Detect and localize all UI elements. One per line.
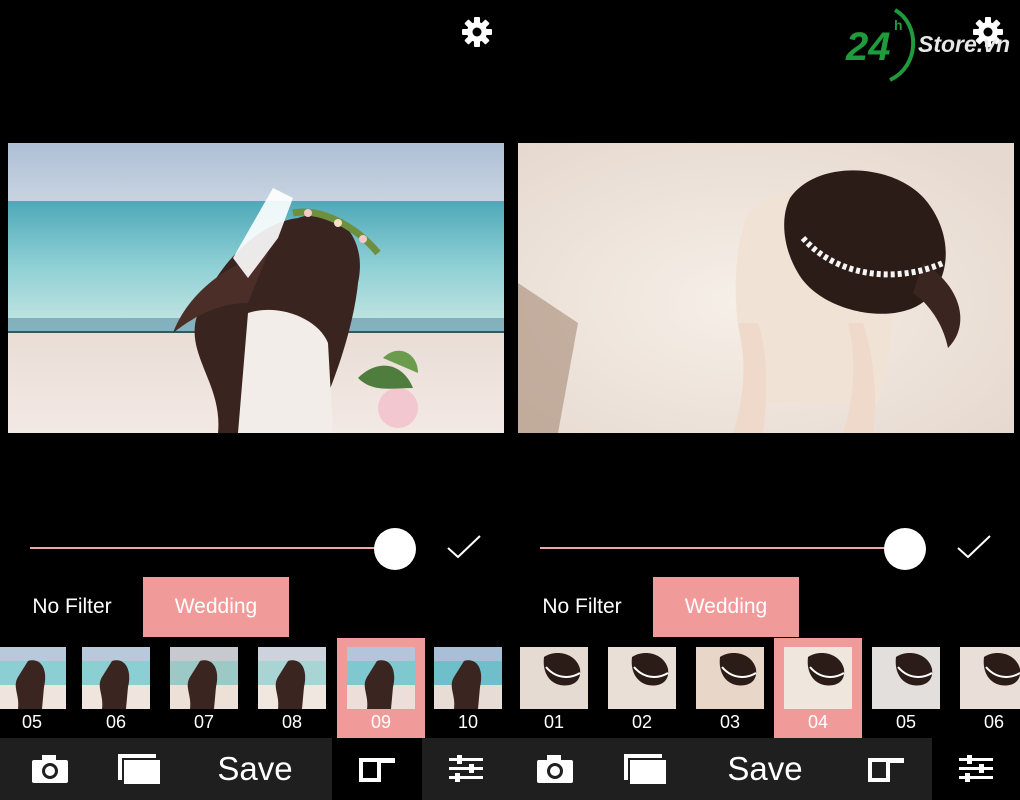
logo-text: Store.vn: [918, 31, 1011, 57]
bottom-toolbar: Save: [510, 738, 1020, 800]
slider-track[interactable]: [540, 547, 906, 549]
category-wedding[interactable]: Wedding: [143, 577, 289, 637]
save-button[interactable]: Save: [690, 738, 840, 800]
filter-preview-image: [960, 647, 1020, 709]
filter-categories: No Filter Wedding: [0, 577, 510, 637]
filter-tab-button[interactable]: [332, 738, 422, 800]
filter-preview-image: [608, 647, 676, 709]
film-filter-icon: [359, 758, 395, 782]
store-logo: 24 h Store.vn: [840, 4, 1020, 84]
camera-icon: [537, 755, 573, 783]
filter-thumb[interactable]: 05: [868, 638, 944, 738]
filter-thumb-number: 02: [631, 712, 653, 732]
filter-preview-image: [872, 647, 940, 709]
filter-thumb[interactable]: 06: [78, 638, 154, 738]
category-no-filter[interactable]: No Filter: [14, 577, 130, 637]
filter-thumb[interactable]: 01: [516, 638, 592, 738]
category-wedding[interactable]: Wedding: [653, 577, 799, 637]
filter-thumb-number: 10: [457, 712, 479, 732]
filter-thumb[interactable]: 06: [956, 638, 1020, 738]
slider-track[interactable]: [30, 547, 396, 549]
filter-thumb-number: 01: [543, 712, 565, 732]
filter-thumb-number: 05: [21, 712, 43, 732]
filter-thumb[interactable]: 10: [430, 638, 506, 738]
photo-preview[interactable]: [8, 143, 504, 433]
gallery-button[interactable]: [100, 738, 178, 800]
filter-tab-button[interactable]: [840, 738, 932, 800]
filter-preview-image: [258, 647, 326, 709]
slider-thumb[interactable]: [884, 528, 926, 570]
filter-thumb-number: 05: [895, 712, 917, 732]
sliders-icon: [449, 755, 483, 782]
filter-thumb-number: 06: [983, 712, 1005, 732]
filter-preview-image: [434, 647, 502, 709]
photo-preview[interactable]: [518, 143, 1014, 433]
filter-preview-image: [82, 647, 150, 709]
check-icon[interactable]: [956, 532, 992, 562]
filter-thumbnails: 01 02 03 04 05 06: [510, 638, 1020, 738]
filter-thumb-number: 03: [719, 712, 741, 732]
film-filter-icon: [868, 758, 904, 782]
filter-thumb[interactable]: 08: [254, 638, 330, 738]
filter-thumb[interactable]: 03: [692, 638, 768, 738]
filter-thumbnails: 05 06 07 08 09 10: [0, 638, 510, 738]
filter-preview-image: [782, 647, 854, 709]
save-button[interactable]: Save: [178, 738, 332, 800]
filter-preview-image: [170, 647, 238, 709]
filter-thumb-number: 04: [807, 712, 829, 732]
filter-thumb-number: 08: [281, 712, 303, 732]
bottom-toolbar: Save: [0, 738, 510, 800]
logo-number: 24: [845, 25, 891, 69]
right-screen: No Filter Wedding 01 02 03 04 05 06 Save: [510, 0, 1020, 800]
filter-preview-image: [0, 647, 66, 709]
gallery-button[interactable]: [606, 738, 684, 800]
gallery-icon: [624, 754, 668, 786]
category-no-filter[interactable]: No Filter: [524, 577, 640, 637]
filter-preview-image: [520, 647, 588, 709]
filter-thumb[interactable]: 05: [0, 638, 70, 738]
filter-thumb[interactable]: 02: [604, 638, 680, 738]
camera-icon: [32, 755, 68, 783]
check-icon[interactable]: [446, 532, 482, 562]
intensity-slider[interactable]: [30, 528, 430, 570]
intensity-slider[interactable]: [540, 528, 940, 570]
left-screen: No Filter Wedding 05 06 07 08 09 10 Save: [0, 0, 510, 800]
slider-thumb[interactable]: [374, 528, 416, 570]
filter-preview-image: [345, 647, 417, 709]
filter-thumb-selected[interactable]: 04: [774, 638, 862, 738]
adjust-button[interactable]: [932, 738, 1020, 800]
camera-button[interactable]: [510, 738, 600, 800]
filter-preview-image: [696, 647, 764, 709]
camera-button[interactable]: [0, 738, 100, 800]
filter-thumb-selected[interactable]: 09: [337, 638, 425, 738]
filter-thumb-number: 09: [370, 712, 392, 732]
filter-thumb-number: 06: [105, 712, 127, 732]
filter-thumb-number: 07: [193, 712, 215, 732]
logo-sup: h: [894, 17, 903, 33]
filter-thumb[interactable]: 07: [166, 638, 242, 738]
gear-icon[interactable]: [459, 14, 495, 50]
filter-categories: No Filter Wedding: [510, 577, 1020, 637]
sliders-icon: [959, 755, 993, 782]
gallery-icon: [118, 754, 162, 786]
logo-swoosh: 24 h: [845, 8, 916, 82]
adjust-button[interactable]: [422, 738, 510, 800]
